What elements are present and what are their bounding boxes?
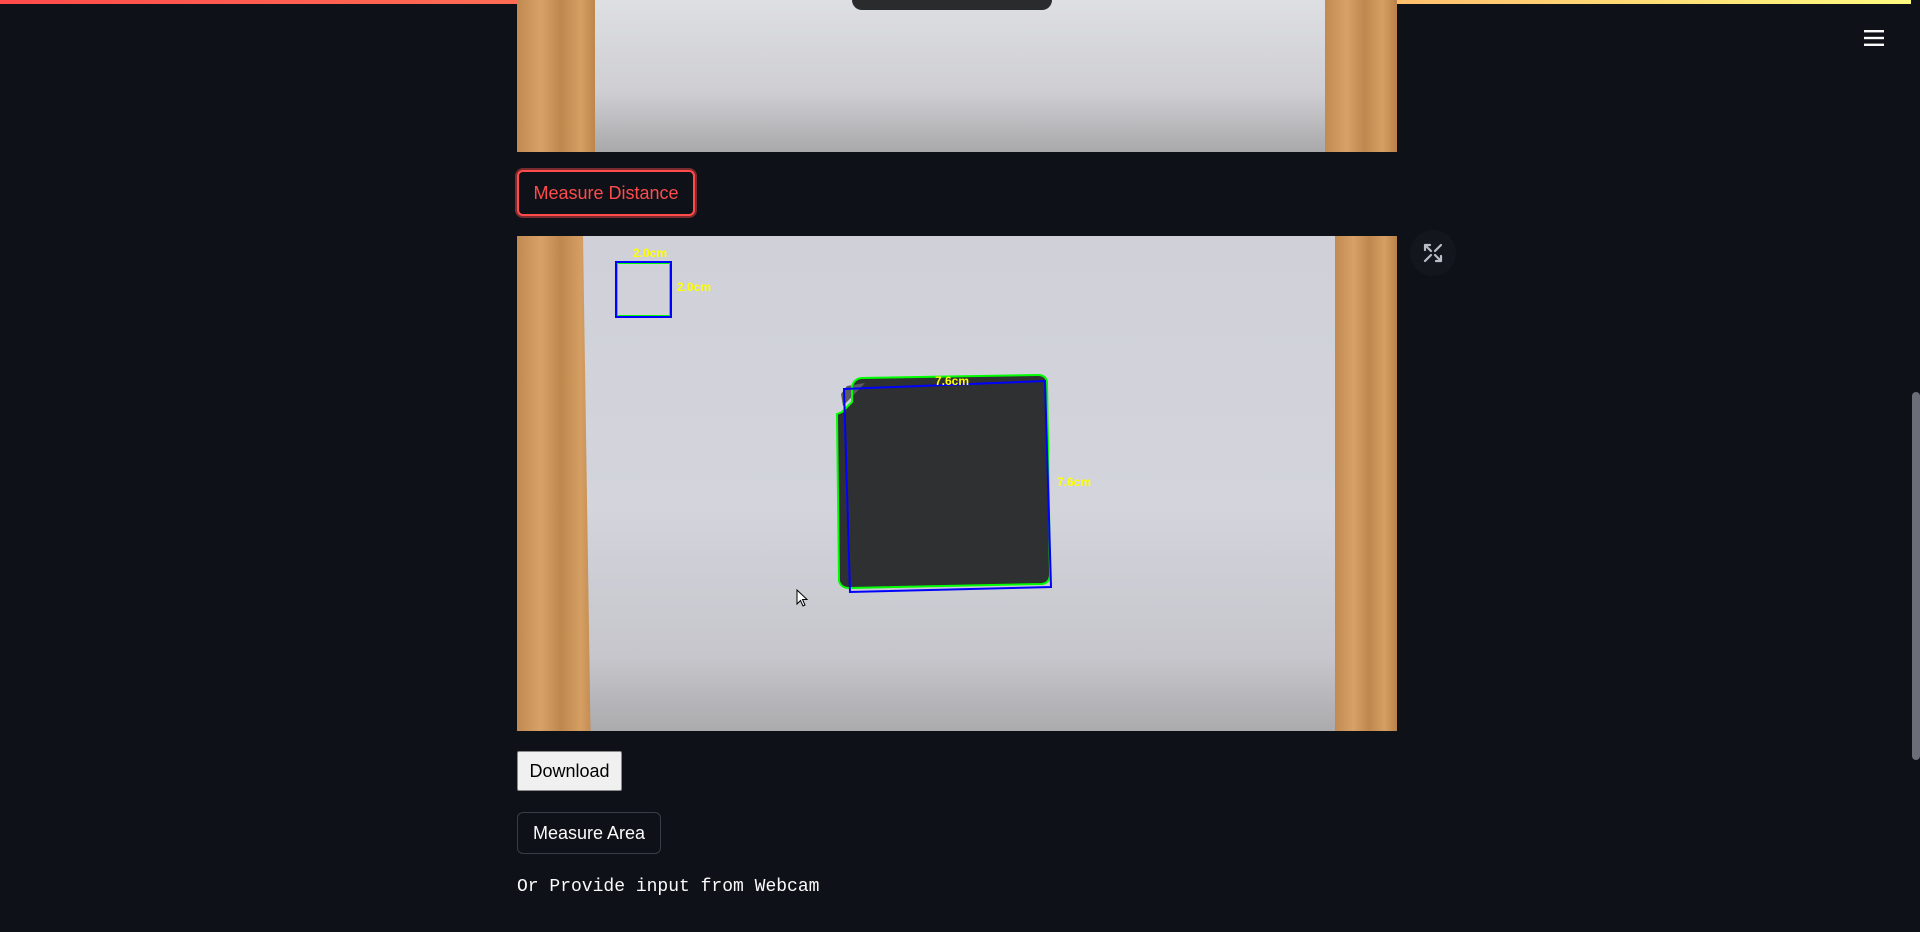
measure-area-button[interactable]: Measure Area (517, 812, 661, 854)
object-shadow-edge (852, 0, 1052, 10)
fullscreen-button[interactable] (1410, 230, 1456, 276)
page-scrollbar-thumb[interactable] (1912, 392, 1920, 760)
input-image (517, 0, 1397, 152)
object-height-label: 7.6cm (1057, 475, 1092, 489)
reference-height-label: 2.0cm (677, 280, 712, 294)
reference-width-label: 2.0cm (633, 246, 668, 260)
measured-object (837, 375, 1050, 588)
desk-surface-left (517, 0, 597, 152)
webcam-input-prompt: Or Provide input from Webcam (517, 877, 820, 897)
desk-surface-right (1325, 0, 1397, 152)
hamburger-menu-icon (1864, 30, 1884, 46)
measure-distance-button[interactable]: Measure Distance (517, 170, 695, 216)
measurement-result-image: 2.0cm 2.0cm 7.6cm 7.6cm (517, 236, 1397, 731)
download-button[interactable]: Download (517, 751, 622, 791)
reference-square-box (615, 261, 672, 318)
paper-sheet (595, 0, 1327, 152)
object-width-label: 7.6cm (935, 374, 970, 388)
annotation-layer (615, 261, 1053, 594)
fullscreen-icon (1423, 243, 1443, 263)
main-menu-button[interactable] (1860, 24, 1888, 52)
reference-square-contour (616, 262, 671, 317)
mouse-pointer-icon (796, 589, 809, 607)
